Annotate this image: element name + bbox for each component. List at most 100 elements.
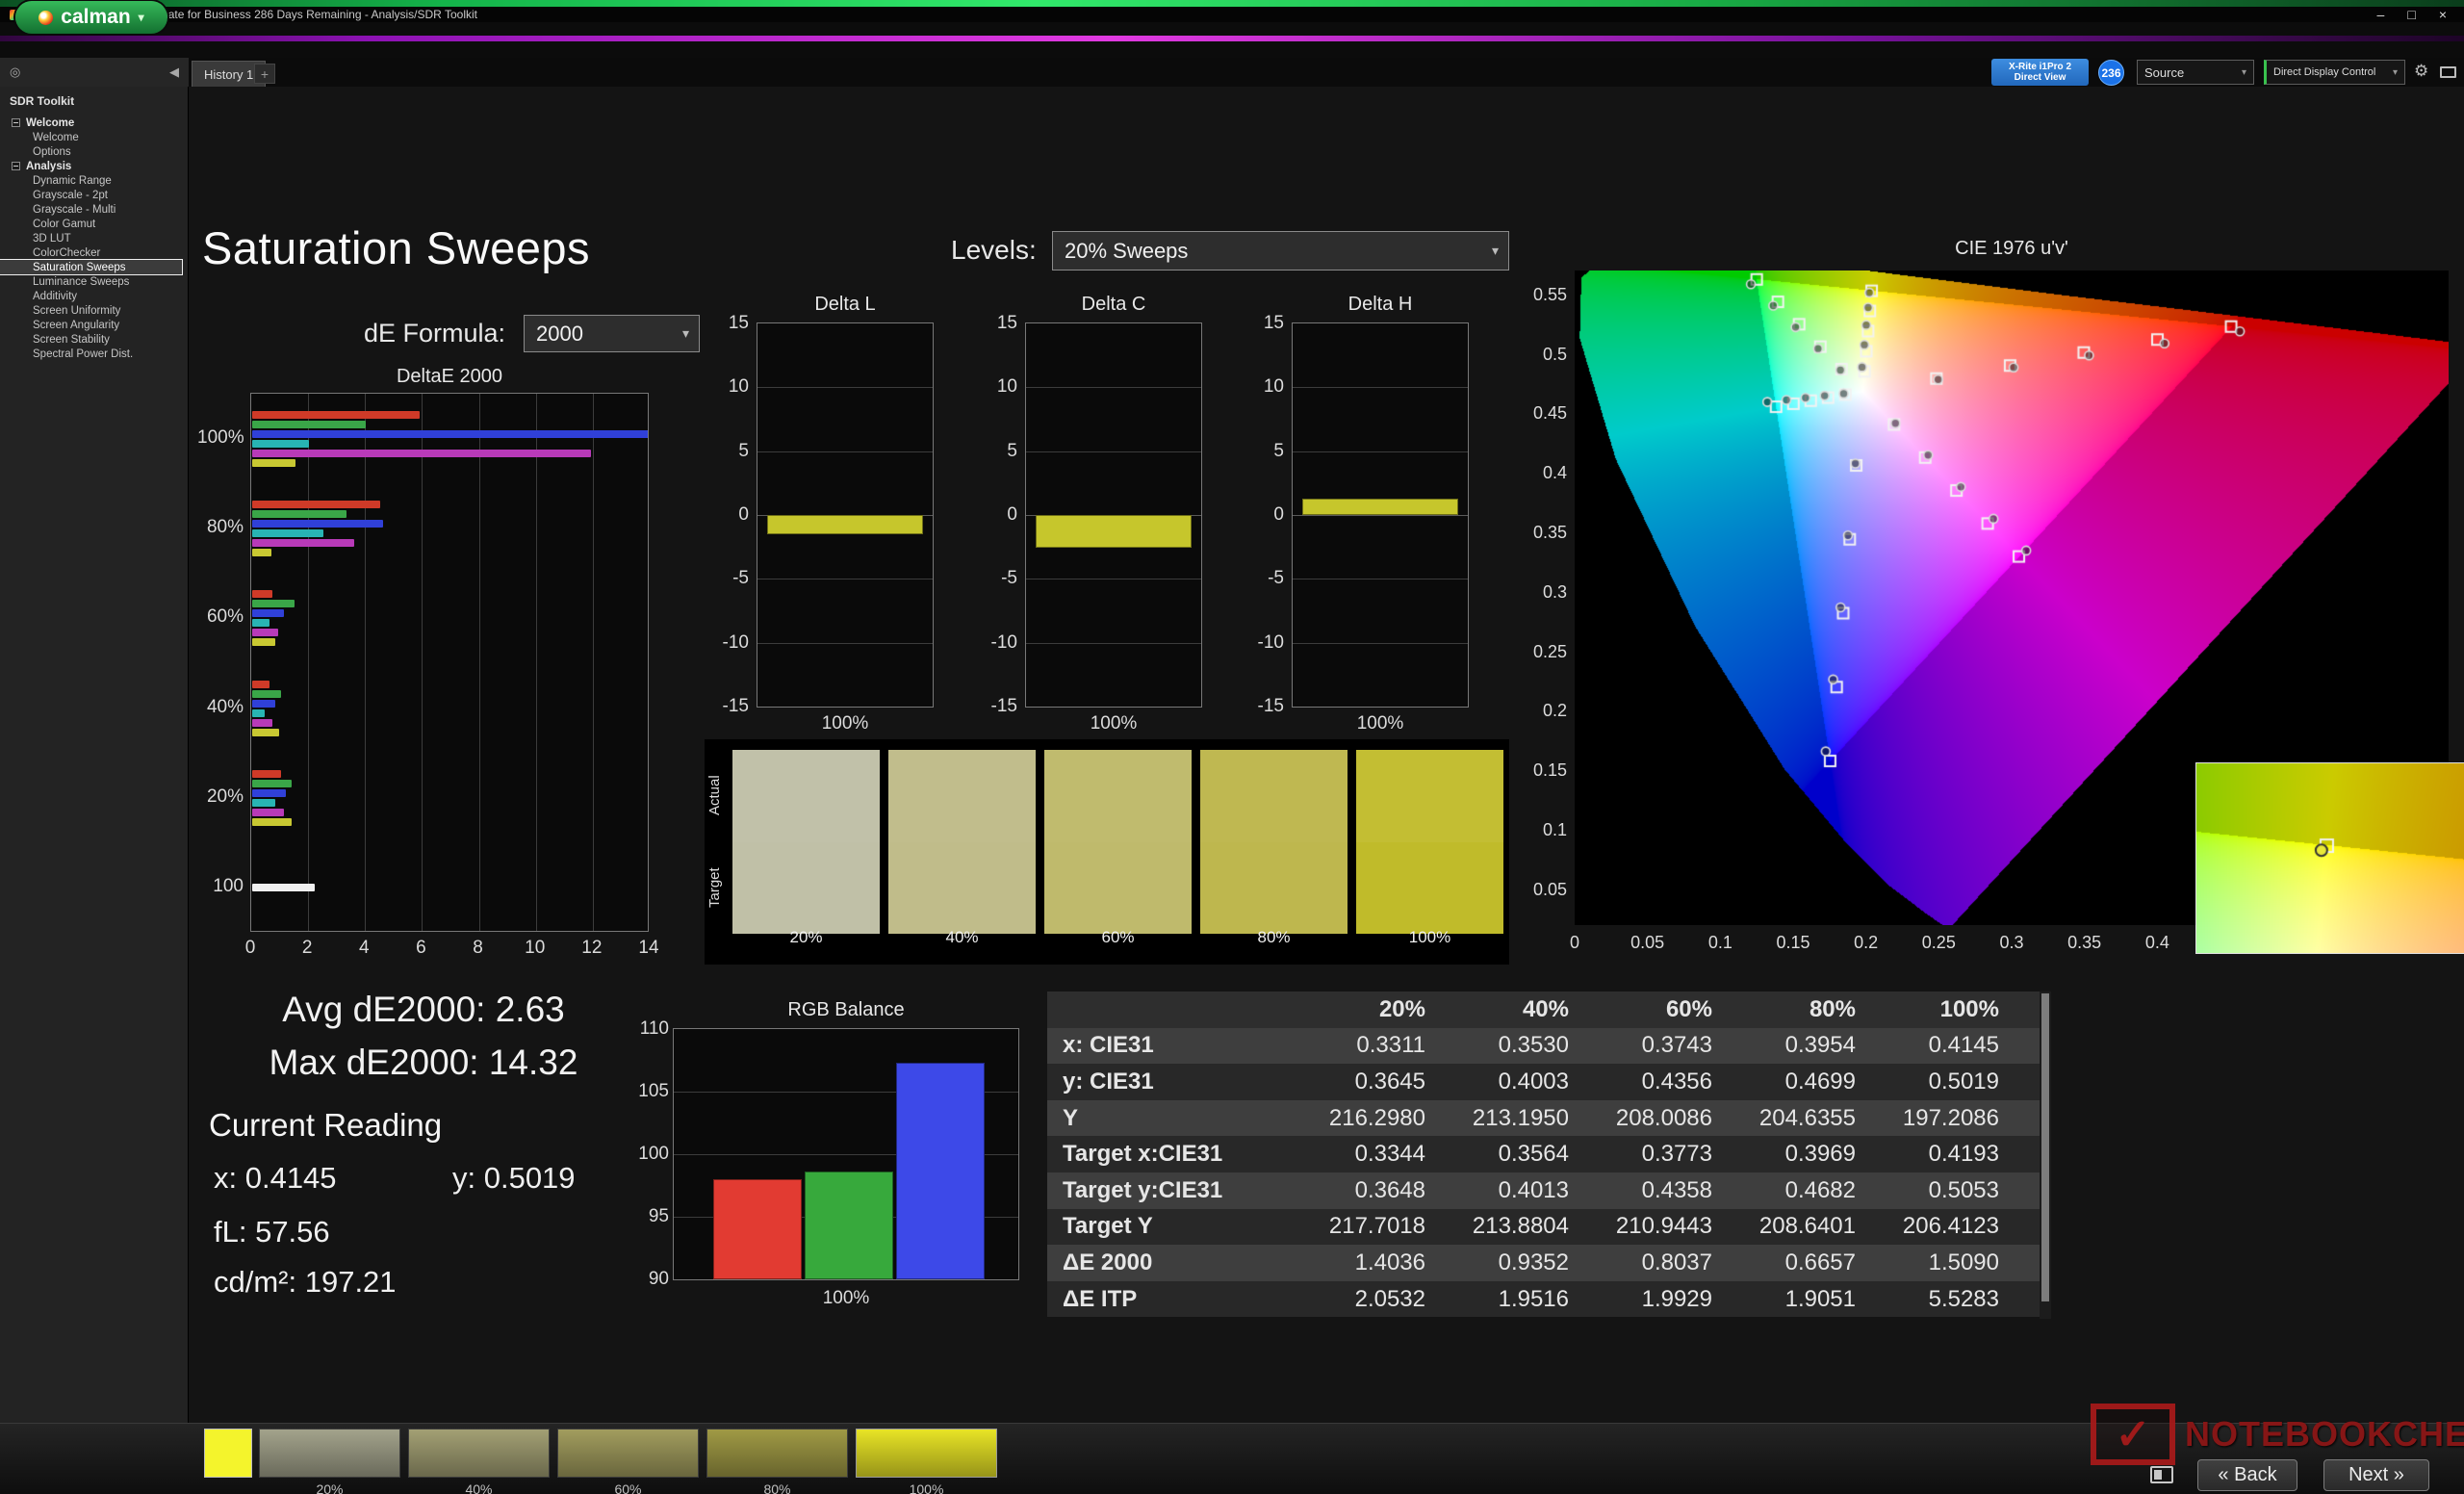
grid-line [365, 394, 366, 931]
titlebar-row: Calman 2025 Calman Ultimate for Business… [0, 7, 2464, 22]
levels-dropdown[interactable]: 20% Sweeps ▾ [1052, 231, 1509, 270]
active-color-patch[interactable] [204, 1429, 252, 1478]
meter-button[interactable]: X-Rite i1Pro 2 Direct View [1991, 59, 2089, 86]
sidebar-item-grayscale-2pt[interactable]: Grayscale - 2pt [0, 188, 182, 202]
next-button[interactable]: Next » [2323, 1459, 2429, 1491]
table-cell: 1.9051 [1753, 1286, 1896, 1313]
axis-tick-label: 0.2 [1837, 933, 1895, 953]
target-swatch [888, 842, 1036, 935]
axis-tick-label: -5 [714, 568, 749, 589]
axis-tick-label: -10 [714, 632, 749, 654]
swatch-level-label: 40% [888, 928, 1036, 947]
back-button[interactable]: « Back [2197, 1459, 2297, 1491]
target-swatch [732, 842, 880, 935]
sidebar-item-color-gamut[interactable]: Color Gamut [0, 217, 182, 231]
sidebar-item-colorchecker[interactable]: ColorChecker [0, 245, 182, 260]
table-row-label: ΔE 2000 [1047, 1249, 1322, 1276]
delta-e-bar-cyan [252, 619, 270, 627]
add-tab-button[interactable]: + [254, 64, 275, 84]
sidebar-item-saturation-sweeps[interactable]: Saturation Sweeps [0, 260, 182, 274]
delta-e-bar-green [252, 421, 366, 428]
filmstrip-thumbnail-100[interactable] [856, 1429, 997, 1478]
x-axis-category: 100% [1025, 713, 1202, 734]
chart-plot-area [1292, 322, 1469, 708]
layout-icon[interactable] [2150, 1466, 2173, 1483]
calman-logo-button[interactable]: calman ▾ [15, 1, 167, 34]
table-scrollbar[interactable] [2040, 992, 2051, 1319]
table-row-label: Target y:CIE31 [1047, 1177, 1322, 1204]
sidebar-section-analysis[interactable]: Analysis [0, 159, 182, 173]
sidebar-item-screen-angularity[interactable]: Screen Angularity [0, 318, 182, 332]
maximize-button[interactable]: □ [2407, 7, 2415, 22]
rgb-bar-red [713, 1179, 802, 1279]
grid-line [422, 394, 423, 931]
table-cell: 1.9516 [1466, 1286, 1609, 1313]
sidebar-item-luminance-sweeps[interactable]: Luminance Sweeps [0, 274, 182, 289]
chevron-down-icon: ▾ [1492, 243, 1499, 259]
table-header-row: 20%40%60%80%100% [1047, 992, 2051, 1028]
table-cell: 2.0532 [1322, 1286, 1466, 1313]
table-row: Target x:CIE310.33440.35640.37730.39690.… [1047, 1136, 2051, 1172]
axis-tick-label: 0 [231, 938, 270, 959]
close-button[interactable]: × [2439, 7, 2447, 22]
filmstrip-thumbnail-40[interactable] [408, 1429, 550, 1478]
delta-e-bar-blue [252, 520, 383, 528]
sidebar-item-screen-stability[interactable]: Screen Stability [0, 332, 182, 347]
de-formula-dropdown[interactable]: 2000 ▾ [524, 315, 700, 352]
table-cell: 208.0086 [1609, 1105, 1753, 1132]
filmstrip-thumbnail-80[interactable] [706, 1429, 848, 1478]
scrollbar-thumb[interactable] [2041, 993, 2049, 1301]
axis-tick-label: 60% [197, 606, 244, 628]
display-control-label: Direct Display Control [2273, 66, 2375, 78]
table-cell: 0.3969 [1753, 1141, 1896, 1168]
page-title: Saturation Sweeps [202, 221, 590, 274]
actual-swatch [1044, 750, 1192, 842]
source-dropdown[interactable]: Source ▾ [2137, 60, 2254, 85]
axis-tick-label: 20% [197, 786, 244, 808]
filmstrip-thumbnail-60[interactable] [557, 1429, 699, 1478]
sidebar-item-dynamic-range[interactable]: Dynamic Range [0, 173, 182, 188]
axis-tick-label: 0.1 [1691, 933, 1749, 953]
sidebar-item-options[interactable]: Options [0, 144, 182, 159]
axis-tick-label: 5 [1249, 441, 1284, 462]
actual-swatch [1200, 750, 1348, 842]
sidebar-item-additivity[interactable]: Additivity [0, 289, 182, 303]
table-cell: 197.2086 [1896, 1105, 2040, 1132]
settings-gear-icon[interactable]: ⚙ [2414, 62, 2428, 81]
brand-bar [0, 22, 2464, 58]
brand-accent-line [0, 36, 2464, 41]
collapse-icon[interactable] [12, 118, 20, 127]
actual-row-label: Actual [706, 750, 726, 841]
sidebar-item-screen-uniformity[interactable]: Screen Uniformity [0, 303, 182, 318]
table-cell: 0.4145 [1896, 1032, 2040, 1059]
target-swatch [1200, 842, 1348, 935]
sidebar-item-label: Screen Uniformity [33, 305, 120, 317]
session-icon[interactable]: ◎ [10, 64, 20, 80]
filmstrip-thumbnail-20[interactable] [259, 1429, 400, 1478]
sidebar-item-grayscale-multi[interactable]: Grayscale - Multi [0, 202, 182, 217]
axis-tick-label: -5 [983, 568, 1017, 589]
sidebar-collapse-icon[interactable]: ◀ [169, 64, 179, 80]
delta-bar [1302, 499, 1458, 515]
table-cell: 0.4003 [1466, 1069, 1609, 1095]
table-row-label: Target Y [1047, 1213, 1322, 1240]
axis-tick-label: 0.1 [1532, 820, 1567, 840]
sidebar-section-welcome[interactable]: Welcome [0, 116, 182, 130]
display-icon[interactable] [2440, 66, 2456, 78]
table-cell: 5.5283 [1896, 1286, 2040, 1313]
table-cell: 0.9352 [1466, 1249, 1609, 1276]
sidebar-item-welcome[interactable]: Welcome [0, 130, 182, 144]
sidebar-item-spectral-power-dist[interactable]: Spectral Power Dist. [0, 347, 182, 361]
axis-tick-label: 0.35 [2056, 933, 2114, 953]
display-control-dropdown[interactable]: Direct Display Control ▾ [2264, 60, 2405, 85]
table-cell: 0.5019 [1896, 1069, 2040, 1095]
grid-line [1293, 643, 1468, 644]
delta-e-bar-magenta [252, 629, 278, 636]
sidebar-item-3d-lut[interactable]: 3D LUT [0, 231, 182, 245]
collapse-icon[interactable] [12, 162, 20, 170]
axis-tick-label: 40% [197, 697, 244, 718]
minimize-button[interactable]: – [2377, 7, 2385, 22]
meter-count-badge[interactable]: 236 [2098, 60, 2124, 86]
table-cell: 0.3954 [1753, 1032, 1896, 1059]
de-formula-value: 2000 [525, 322, 583, 347]
